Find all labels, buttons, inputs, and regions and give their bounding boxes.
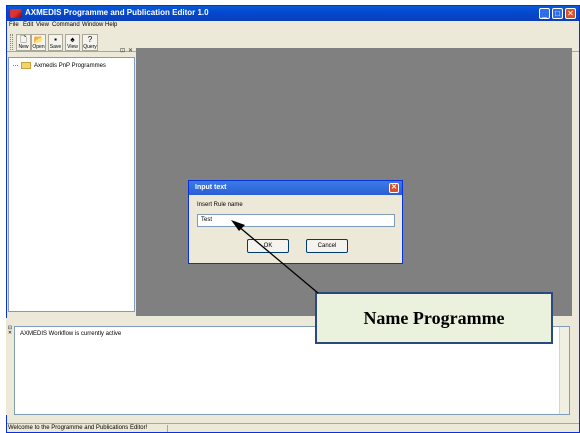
save-disk-icon: ▪ — [54, 35, 57, 44]
status-bar: Welcome to the Programme and Publication… — [7, 423, 579, 432]
output-panel-grip[interactable]: ⊡ ✕ — [7, 326, 13, 414]
menu-command[interactable]: Command — [52, 22, 80, 28]
panel-close-icon[interactable]: ✕ — [127, 48, 134, 55]
minimize-button[interactable]: _ — [539, 8, 550, 19]
status-message: Welcome to the Programme and Publication… — [8, 425, 148, 431]
open-folder-icon: 📂 — [33, 35, 44, 44]
callout-label: Name Programme — [363, 308, 505, 328]
cancel-button[interactable]: Cancel — [306, 239, 348, 253]
menu-edit[interactable]: Edit — [23, 22, 33, 28]
close-button[interactable]: ✕ — [565, 8, 576, 19]
panel-close-icon[interactable]: ✕ — [7, 331, 13, 336]
menu-bar: File Edit View Command Window Help — [7, 21, 579, 31]
input-text-dialog: Input text ✕ Insert Rule name Test OK Ca… — [188, 180, 403, 264]
vertical-scrollbar[interactable] — [559, 327, 569, 414]
window-title: AXMEDIS Programme and Publication Editor… — [25, 8, 209, 17]
ok-button[interactable]: OK — [247, 239, 289, 253]
dock-icon[interactable]: ⊡ — [119, 48, 126, 55]
menu-view[interactable]: View — [36, 22, 49, 28]
maximize-button[interactable]: □ — [552, 8, 563, 19]
programme-tree-panel: ⊡ ✕ Axmedis PnP Programmes — [8, 48, 135, 313]
title-bar[interactable]: AXMEDIS Programme and Publication Editor… — [7, 6, 579, 21]
menu-window[interactable]: Window — [82, 22, 103, 28]
new-document-icon: 🗋 — [20, 35, 27, 44]
app-logo-icon — [10, 9, 22, 18]
folder-icon — [20, 62, 31, 69]
menu-file[interactable]: File — [9, 22, 19, 28]
status-divider — [167, 425, 168, 432]
binoculars-icon: ♠ — [70, 35, 75, 44]
rule-name-input[interactable]: Test — [197, 214, 395, 227]
tree-view[interactable]: Axmedis PnP Programmes — [8, 57, 135, 312]
dialog-close-icon[interactable]: ✕ — [389, 183, 399, 193]
rule-name-prompt: Insert Rule name — [197, 202, 243, 208]
dialog-title: Input text — [195, 184, 227, 191]
tree-item-axmedis-pnp-programmes[interactable]: Axmedis PnP Programmes — [13, 62, 106, 69]
log-line: AXMEDIS Workflow is currently active — [20, 331, 122, 337]
query-icon: ? — [87, 35, 93, 44]
annotation-callout: Name Programme — [315, 292, 553, 344]
panel-header: ⊡ ✕ — [8, 48, 135, 56]
tree-item-label: Axmedis PnP Programmes — [34, 63, 106, 70]
menu-help[interactable]: Help — [105, 22, 117, 28]
tree-connector — [13, 65, 18, 66]
dialog-title-bar[interactable]: Input text ✕ — [189, 181, 402, 195]
